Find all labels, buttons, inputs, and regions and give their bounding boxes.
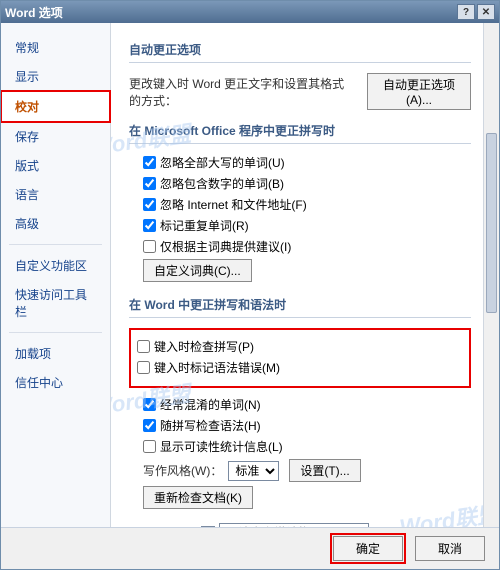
help-button[interactable]: ? (457, 4, 475, 20)
ok-button[interactable]: 确定 (333, 536, 403, 561)
label-confused-words: 经常混淆的单词(N) (160, 396, 261, 413)
checkbox-ignore-numbers[interactable] (143, 177, 156, 190)
dialog-body: 常规 显示 校对 保存 版式 语言 高级 自定义功能区 快速访问工具栏 加载项 … (1, 23, 499, 527)
label-ignore-numbers: 忽略包含数字的单词(B) (160, 175, 284, 192)
scrollbar-thumb[interactable] (486, 133, 497, 313)
ok-highlight: 确定 (331, 534, 405, 563)
close-button[interactable]: ✕ (477, 4, 495, 20)
sidebar-separator (9, 244, 102, 245)
checkbox-check-grammar-with-spelling[interactable] (143, 419, 156, 432)
section-separator (129, 62, 471, 63)
sidebar: 常规 显示 校对 保存 版式 语言 高级 自定义功能区 快速访问工具栏 加载项 … (1, 23, 111, 527)
section-autocorrect-head: 自动更正选项 (129, 31, 471, 62)
checkbox-ignore-internet[interactable] (143, 198, 156, 211)
recheck-document-button[interactable]: 重新检查文档(K) (143, 486, 253, 509)
label-flag-repeated: 标记重复单词(R) (160, 217, 249, 234)
writing-style-settings-button[interactable]: 设置(T)... (289, 459, 360, 482)
sidebar-separator (9, 332, 102, 333)
dialog-footer: 确定 取消 (1, 527, 499, 569)
writing-style-label: 写作风格(W)： (143, 462, 222, 479)
sidebar-item-addins[interactable]: 加载项 (1, 339, 110, 368)
exceptions-label: 例外项(X)： (129, 525, 193, 528)
cancel-button[interactable]: 取消 (415, 536, 485, 561)
checkbox-mark-grammar[interactable] (137, 361, 150, 374)
sidebar-item-trust-center[interactable]: 信任中心 (1, 368, 110, 397)
label-main-dict-only: 仅根据主词典提供建议(I) (160, 238, 291, 255)
autocorrect-options-button[interactable]: 自动更正选项(A)... (367, 73, 471, 110)
section-separator (129, 317, 471, 318)
title-bar: Word 选项 ? ✕ (1, 1, 499, 23)
document-icon: W (201, 526, 215, 527)
checkbox-check-spelling[interactable] (137, 340, 150, 353)
sidebar-item-quick-access[interactable]: 快速访问工具栏 (1, 280, 110, 326)
sidebar-item-display[interactable]: 显示 (1, 62, 110, 91)
label-ignore-uppercase: 忽略全部大写的单词(U) (160, 154, 285, 171)
sidebar-item-language[interactable]: 语言 (1, 180, 110, 209)
sidebar-item-advanced[interactable]: 高级 (1, 209, 110, 238)
writing-style-select[interactable]: 标准 (228, 461, 279, 481)
custom-dictionaries-button[interactable]: 自定义词典(C)... (143, 259, 252, 282)
sidebar-item-save[interactable]: 保存 (1, 122, 110, 151)
label-ignore-internet: 忽略 Internet 和文件地址(F) (160, 196, 307, 213)
autocorrect-desc: 更改键入时 Word 更正文字和设置其格式的方式： (129, 75, 349, 109)
section-office-head: 在 Microsoft Office 程序中更正拼写时 (129, 112, 471, 143)
section-exceptions-head: 例外项(X)： W 网站金字塔结构.docx (129, 513, 471, 527)
label-readability: 显示可读性统计信息(L) (160, 438, 283, 455)
checkbox-main-dict-only[interactable] (143, 240, 156, 253)
spell-grammar-group: 键入时检查拼写(P) 键入时标记语法错误(M) (129, 328, 471, 388)
section-word-head: 在 Word 中更正拼写和语法时 (129, 286, 471, 317)
label-check-spelling: 键入时检查拼写(P) (154, 338, 254, 355)
sidebar-item-layout[interactable]: 版式 (1, 151, 110, 180)
label-check-grammar-with-spelling: 随拼写检查语法(H) (160, 417, 261, 434)
sidebar-item-proofing[interactable]: 校对 (1, 91, 110, 122)
dialog-title: Word 选项 (5, 4, 63, 21)
scrollbar[interactable] (483, 23, 499, 527)
sidebar-item-customize-ribbon[interactable]: 自定义功能区 (1, 251, 110, 280)
exceptions-document-select[interactable]: 网站金字塔结构.docx (219, 523, 369, 527)
label-mark-grammar: 键入时标记语法错误(M) (154, 359, 280, 376)
section-separator (129, 143, 471, 144)
checkbox-flag-repeated[interactable] (143, 219, 156, 232)
checkbox-confused-words[interactable] (143, 398, 156, 411)
sidebar-item-general[interactable]: 常规 (1, 33, 110, 62)
content-pane: Word联盟 Word联盟 Word联盟 自动更正选项 更改键入时 Word 更… (111, 23, 499, 527)
word-options-dialog: Word 选项 ? ✕ 常规 显示 校对 保存 版式 语言 高级 自定义功能区 … (0, 0, 500, 570)
checkbox-readability[interactable] (143, 440, 156, 453)
checkbox-ignore-uppercase[interactable] (143, 156, 156, 169)
